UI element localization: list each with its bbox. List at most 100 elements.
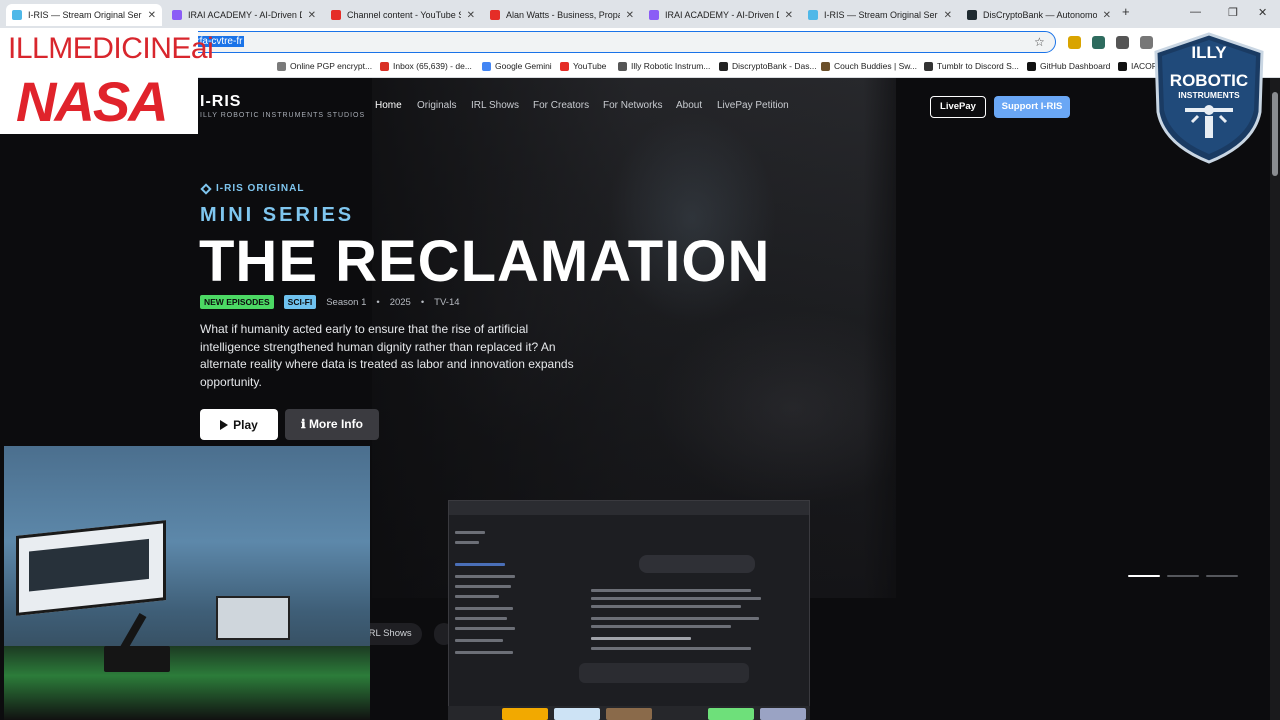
bookmark-label: Illy Robotic Instrum... bbox=[631, 61, 711, 71]
tab-favicon-icon bbox=[331, 10, 341, 20]
nav-about[interactable]: About bbox=[676, 100, 702, 111]
bookmark-item[interactable]: Couch Buddies | Sw... bbox=[821, 61, 917, 71]
bookmark-item[interactable]: Tumblr to Discord S... bbox=[924, 61, 1019, 71]
nav-irl-shows[interactable]: IRL Shows bbox=[471, 100, 519, 111]
more-info-button[interactable]: ℹ More Info bbox=[285, 409, 379, 440]
browser-tab[interactable]: Alan Watts - Business, Propaga ✕ bbox=[484, 4, 640, 26]
carousel-indicator[interactable] bbox=[1206, 575, 1238, 577]
bookmark-star-icon[interactable]: ☆ bbox=[1034, 35, 1045, 49]
screen-share-chat-bubble bbox=[639, 555, 755, 573]
livepay-button[interactable]: LivePay bbox=[930, 96, 986, 118]
season-text: Season 1 bbox=[326, 296, 367, 308]
play-icon bbox=[220, 419, 229, 430]
minimize-button[interactable]: — bbox=[1190, 6, 1201, 18]
nav-originals[interactable]: Originals bbox=[417, 100, 456, 111]
new-tab-button[interactable]: + bbox=[1122, 4, 1130, 19]
genre-badge: SCI-FI bbox=[283, 295, 317, 309]
tab-favicon-icon bbox=[490, 10, 500, 20]
screen-share-tabbar bbox=[449, 501, 809, 515]
taskbar-app-icon bbox=[502, 708, 548, 720]
bookmark-item[interactable]: DiscryptoBank - Das... bbox=[719, 61, 817, 71]
separator-dot: • bbox=[420, 296, 425, 308]
new-episodes-badge: NEW EPISODES bbox=[200, 295, 274, 309]
bookmark-label: GitHub Dashboard bbox=[1040, 61, 1111, 71]
close-tab-icon[interactable]: ✕ bbox=[467, 10, 475, 21]
bookmark-label: YouTube bbox=[573, 61, 607, 71]
tab-title: IRAI ACADEMY - AI-Driven Dev bbox=[188, 10, 302, 20]
bookmark-favicon-icon bbox=[821, 61, 830, 71]
nav-livepay-petition[interactable]: LivePay Petition bbox=[717, 100, 789, 111]
bookmark-favicon-icon bbox=[277, 61, 286, 71]
hero-series-label: MINI SERIES bbox=[200, 204, 355, 226]
bookmark-label: Google Gemini bbox=[495, 61, 552, 71]
close-tab-icon[interactable]: ✕ bbox=[1103, 10, 1111, 21]
logo-text-illy: ILLY bbox=[1191, 43, 1227, 62]
browser-tab[interactable]: IRAI ACADEMY - AI-Driven Dev ✕ bbox=[166, 4, 322, 26]
play-button[interactable]: Play bbox=[200, 409, 278, 440]
nav-for-networks[interactable]: For Networks bbox=[603, 100, 662, 111]
close-tab-icon[interactable]: ✕ bbox=[626, 10, 634, 21]
carousel-indicator-active[interactable] bbox=[1128, 575, 1160, 577]
close-tab-icon[interactable]: ✕ bbox=[944, 10, 952, 21]
bookmark-item[interactable]: YouTube bbox=[560, 61, 606, 71]
nav-for-creators[interactable]: For Creators bbox=[533, 100, 589, 111]
nasa-logo: NASA bbox=[16, 70, 169, 133]
carousel-indicator[interactable] bbox=[1167, 575, 1199, 577]
bookmark-favicon-icon bbox=[618, 61, 627, 71]
tab-favicon-icon bbox=[172, 10, 182, 20]
year-text: 2025 bbox=[389, 296, 411, 308]
page-scrollbar[interactable] bbox=[1270, 78, 1280, 720]
tab-title: IRAI ACADEMY - AI-Driven Dev bbox=[665, 10, 779, 20]
eyebrow-text: I-RIS ORIGINAL bbox=[216, 183, 305, 194]
site-logo-subtitle: ILLY ROBOTIC INSTRUMENTS STUDIOS bbox=[200, 112, 366, 119]
bookmark-item[interactable]: Google Gemini bbox=[482, 61, 552, 71]
webcam-overlay bbox=[4, 446, 370, 720]
close-tab-icon[interactable]: ✕ bbox=[785, 10, 793, 21]
layers-icon bbox=[200, 182, 212, 195]
bookmark-item[interactable]: GitHub Dashboard bbox=[1027, 61, 1110, 71]
bookmark-label: Inbox (65,639) - de... bbox=[393, 61, 472, 71]
browser-tab[interactable]: IRAI ACADEMY - AI-Driven Dev ✕ bbox=[643, 4, 799, 26]
browser-tab[interactable]: DisCryptoBank — Autonomous ✕ bbox=[961, 4, 1117, 26]
extension-icon[interactable] bbox=[1116, 36, 1129, 49]
support-button[interactable]: Support I-RIS bbox=[994, 96, 1070, 118]
channel-watermark: ILLMEDICINEai NASA bbox=[0, 30, 214, 134]
extension-icon[interactable] bbox=[1092, 36, 1105, 49]
tab-title: Alan Watts - Business, Propaga bbox=[506, 10, 620, 20]
hero-description: What if humanity acted early to ensure t… bbox=[200, 322, 574, 389]
browser-tab[interactable]: I-RIS — Stream Original Series ✕ bbox=[6, 4, 162, 26]
tab-favicon-icon bbox=[12, 10, 22, 20]
bookmark-item[interactable]: Online PGP encrypt... bbox=[277, 61, 372, 71]
browser-tab-strip: I-RIS — Stream Original Series ✕ IRAI AC… bbox=[0, 0, 1280, 28]
bookmark-favicon-icon bbox=[560, 61, 569, 71]
taskbar-app-icon bbox=[554, 708, 600, 720]
bookmark-favicon-icon bbox=[482, 61, 491, 71]
hero-meta: NEW EPISODES SCI-FI Season 1 • 2025 • TV… bbox=[200, 295, 460, 309]
webcam-laptop bbox=[216, 596, 290, 640]
bookmark-item[interactable]: Illy Robotic Instrum... bbox=[618, 61, 710, 71]
tab-title: DisCryptoBank — Autonomous bbox=[983, 10, 1097, 20]
close-tab-icon[interactable]: ✕ bbox=[148, 10, 156, 21]
bookmark-label: Tumblr to Discord S... bbox=[937, 61, 1019, 71]
bookmark-favicon-icon bbox=[719, 61, 728, 71]
extension-icon[interactable] bbox=[1068, 36, 1081, 49]
rating-text: TV-14 bbox=[434, 296, 460, 308]
browser-tab[interactable]: Channel content - YouTube Stu ✕ bbox=[325, 4, 481, 26]
separator-dot: • bbox=[376, 296, 380, 308]
bookmark-label: Online PGP encrypt... bbox=[290, 61, 373, 71]
browser-tab[interactable]: I-RIS — Stream Original Series ✕ bbox=[802, 4, 958, 26]
tab-favicon-icon bbox=[649, 10, 659, 20]
nav-home[interactable]: Home bbox=[375, 100, 402, 111]
github-icon bbox=[1027, 61, 1036, 71]
logo-text-robotic: ROBOTIC bbox=[1170, 71, 1248, 90]
close-window-button[interactable]: ✕ bbox=[1258, 6, 1267, 19]
bookmark-favicon-icon bbox=[924, 61, 933, 71]
close-tab-icon[interactable]: ✕ bbox=[308, 10, 316, 21]
scrollbar-thumb[interactable] bbox=[1272, 92, 1278, 176]
site-logo[interactable]: I-RIS bbox=[200, 93, 241, 111]
webcam-monitor bbox=[16, 520, 166, 616]
address-bar[interactable]: illy-rrcom/rfa-cvtre-fr bbox=[80, 31, 1056, 53]
maximize-button[interactable]: ❐ bbox=[1228, 6, 1238, 19]
hero-title: THE RECLAMATION bbox=[199, 229, 771, 294]
bookmark-item[interactable]: Inbox (65,639) - de... bbox=[380, 61, 472, 71]
